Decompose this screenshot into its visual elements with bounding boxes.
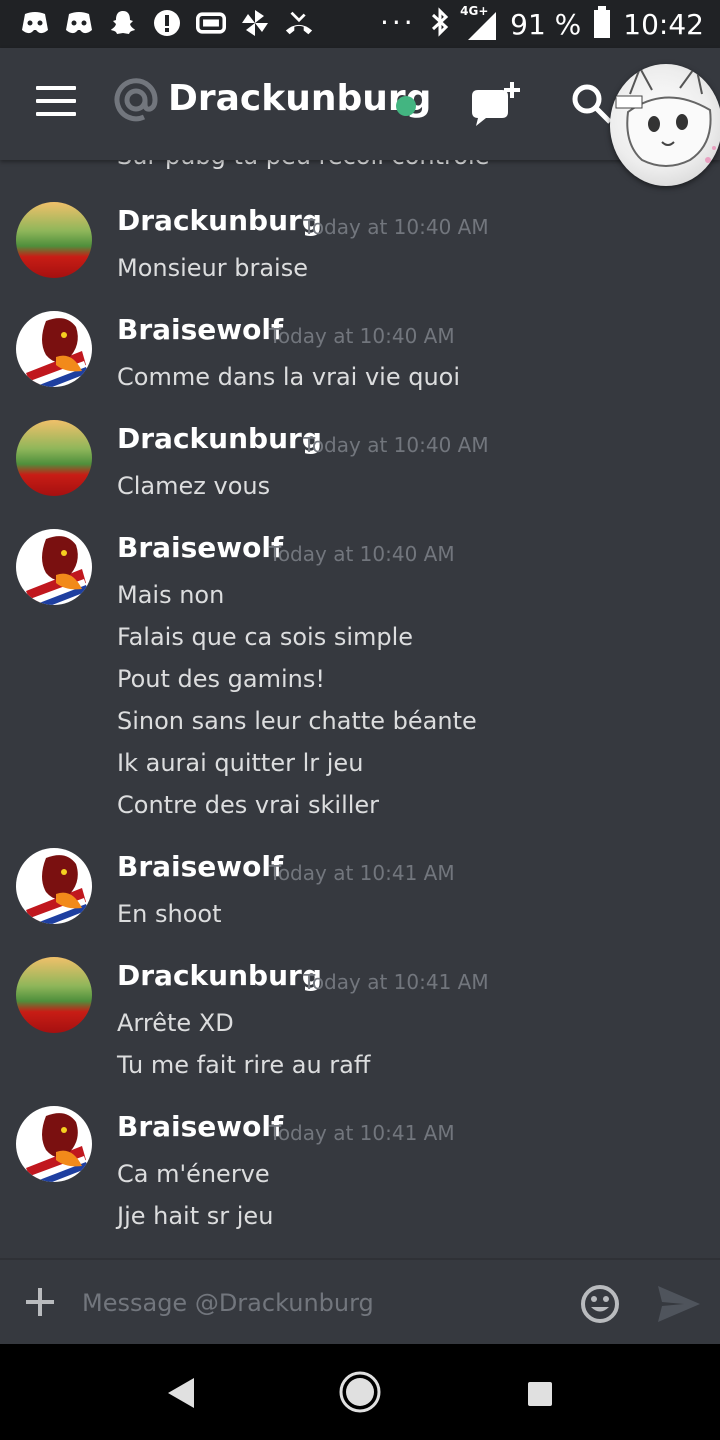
avatar[interactable] [16, 957, 92, 1033]
emoji-button[interactable] [580, 1284, 620, 1324]
avatar[interactable] [16, 311, 92, 387]
more-notifications-icon: ··· [380, 6, 416, 39]
status-bar: ··· 4G+ 91 % 10:42 [0, 0, 720, 48]
message-text: Ca m'énerve [117, 1160, 270, 1188]
avatar[interactable] [16, 1106, 92, 1182]
clipped-message-text: Sur pubg tu peu recoil controle [117, 160, 489, 170]
pinwheel-icon [240, 8, 270, 38]
message-text: Monsieur braise [117, 254, 308, 282]
hamburger-icon-bar [36, 86, 76, 90]
bluetooth-icon [430, 7, 450, 41]
message-author[interactable]: Drackunburg [117, 204, 322, 237]
hamburger-icon-bar [36, 99, 76, 103]
page-title: Drackunburg [168, 78, 432, 119]
message-author[interactable]: Braisewolf [117, 313, 283, 346]
online-status-icon [396, 96, 416, 116]
android-nav-bar [0, 1344, 720, 1440]
back-button[interactable] [166, 1376, 196, 1410]
send-button[interactable] [656, 1284, 702, 1324]
message-text: Arrête XD [117, 1009, 234, 1037]
message-author[interactable]: Drackunburg [117, 959, 322, 992]
at-icon [114, 78, 158, 122]
message-author[interactable]: Braisewolf [117, 1110, 283, 1143]
message-timestamp: Today at 10:41 AM [269, 861, 455, 885]
system-status: 4G+ 91 % 10:42 [430, 4, 704, 42]
alert-icon [152, 8, 182, 38]
message-list[interactable]: Sur pubg tu peu recoil controle Drackunb… [0, 160, 720, 1258]
recent-apps-button[interactable] [528, 1382, 552, 1406]
square-icon [528, 1382, 552, 1406]
message-text: Mais non [117, 581, 225, 609]
message-timestamp: Today at 10:40 AM [269, 542, 455, 566]
avatar[interactable] [16, 202, 92, 278]
send-icon [658, 1286, 700, 1322]
message-text: Falais que ca sois simple [117, 623, 414, 651]
battery-icon [593, 6, 611, 42]
floating-chat-head-avatar[interactable] [610, 64, 720, 186]
message-text: Comme dans la vrai vie quoi [117, 363, 461, 391]
plus-icon [26, 1288, 54, 1316]
message-text: Tu me fait rire au raff [117, 1051, 371, 1079]
hamburger-icon-bar [36, 112, 76, 116]
clock: 10:42 [623, 7, 704, 41]
message-timestamp: Today at 10:40 AM [303, 433, 489, 457]
message-author[interactable]: Drackunburg [117, 422, 322, 455]
menu-button[interactable] [36, 86, 76, 120]
message-text: Clamez vous [117, 472, 271, 500]
message-text: Contre des vrai skiller [117, 791, 380, 819]
missed-call-icon [284, 8, 314, 38]
search-icon [572, 84, 612, 124]
message-text: En shoot [117, 900, 222, 928]
message-timestamp: Today at 10:40 AM [269, 324, 455, 348]
home-icon [339, 1371, 381, 1413]
message-text: Sinon sans leur chatte béante [117, 707, 477, 735]
network-type: 4G+ [460, 4, 489, 18]
message-text: Pout des gamins! [117, 665, 326, 693]
attach-button[interactable] [24, 1286, 56, 1318]
discord-notification-icon [20, 8, 50, 38]
new-group-dm-button[interactable] [468, 78, 524, 130]
message-timestamp: Today at 10:41 AM [269, 1121, 455, 1145]
home-button[interactable] [338, 1370, 382, 1414]
message-timestamp: Today at 10:41 AM [303, 970, 489, 994]
smiley-icon [581, 1285, 619, 1323]
avatar[interactable] [16, 529, 92, 605]
cast-icon [196, 8, 226, 38]
discord-notification-icon-2 [64, 8, 94, 38]
avatar[interactable] [16, 420, 92, 496]
snapchat-icon [108, 8, 138, 38]
message-timestamp: Today at 10:40 AM [303, 215, 489, 239]
message-input[interactable] [80, 1282, 564, 1324]
message-composer [0, 1258, 720, 1346]
message-text: Ik aurai quitter lr jeu [117, 749, 364, 777]
message-author[interactable]: Braisewolf [117, 531, 283, 564]
back-icon [168, 1378, 194, 1408]
notification-icons [20, 8, 314, 38]
message-author[interactable]: Braisewolf [117, 850, 283, 883]
search-button[interactable] [570, 82, 614, 126]
message-text: Jje hait sr jeu [117, 1202, 274, 1230]
signal-icon: 4G+ [460, 4, 498, 40]
avatar[interactable] [16, 848, 92, 924]
battery-percent: 91 % [510, 7, 582, 41]
